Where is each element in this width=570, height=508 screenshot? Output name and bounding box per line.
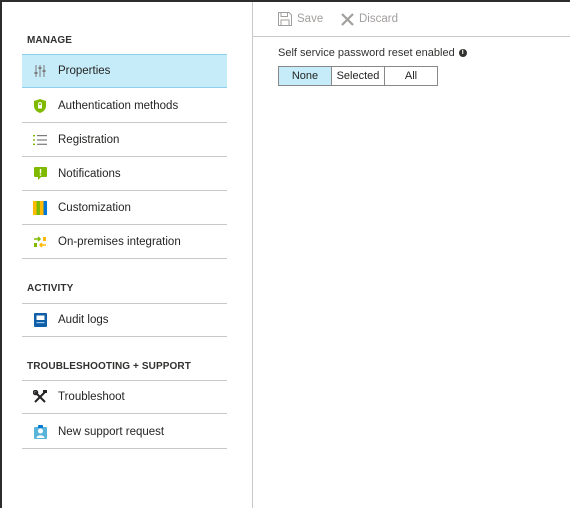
sidebar-item-on-premises-integration[interactable]: On-premises integration [22, 225, 227, 259]
sidebar-item-label: Properties [58, 65, 111, 77]
customization-icon [32, 200, 48, 216]
sidebar-item-notifications[interactable]: Notifications [22, 157, 227, 191]
sidebar-item-label: Troubleshoot [58, 391, 125, 403]
discard-label: Discard [359, 13, 398, 25]
list-icon [32, 132, 48, 148]
sidebar-item-registration[interactable]: Registration [22, 123, 227, 157]
lock-shield-icon [32, 98, 48, 114]
sync-icon [32, 234, 48, 250]
sidebar-item-troubleshoot[interactable]: Troubleshoot [22, 380, 227, 414]
notification-icon [32, 166, 48, 182]
sidebar-item-label: On-premises integration [58, 235, 181, 248]
section-title-activity: ACTIVITY [27, 283, 74, 294]
info-icon[interactable]: i [458, 49, 467, 57]
sidebar-divider [252, 2, 253, 508]
sspr-enabled-label: Self service password reset enabled i [278, 47, 467, 59]
sidebar-item-label: Registration [58, 133, 120, 146]
option-selected[interactable]: Selected [332, 67, 385, 85]
properties-icon [32, 63, 48, 79]
sidebar-item-label: Customization [58, 201, 131, 214]
sidebar-item-label: Audit logs [58, 314, 109, 326]
option-none[interactable]: None [279, 67, 332, 85]
close-icon [341, 12, 354, 26]
sidebar-item-label: Notifications [58, 167, 121, 180]
sidebar-item-label: New support request [58, 425, 165, 438]
save-icon [278, 12, 292, 26]
save-label: Save [297, 13, 324, 25]
sidebar-item-label: Authentication methods [58, 99, 179, 112]
sidebar-item-audit-logs[interactable]: Audit logs [22, 303, 227, 337]
option-all[interactable]: All [385, 67, 437, 85]
sspr-enabled-toggle: None Selected All [278, 66, 438, 86]
audit-log-icon [32, 312, 48, 328]
save-button[interactable]: Save [278, 10, 323, 28]
sidebar-item-properties[interactable]: Properties [22, 54, 227, 88]
sidebar-item-new-support-request[interactable]: New support request [22, 415, 227, 449]
command-bar: Save Discard [253, 2, 570, 37]
section-title-troubleshooting: TROUBLESHOOTING + SUPPORT [27, 361, 191, 372]
wrench-screwdriver-icon [32, 389, 48, 405]
discard-button[interactable]: Discard [341, 10, 398, 28]
sidebar-item-customization[interactable]: Customization [22, 191, 227, 225]
section-title-manage: MANAGE [27, 35, 73, 46]
support-person-icon [32, 424, 48, 440]
sidebar-item-authentication-methods[interactable]: Authentication methods [22, 89, 227, 123]
sspr-enabled-label-text: Self service password reset enabled [278, 47, 455, 59]
